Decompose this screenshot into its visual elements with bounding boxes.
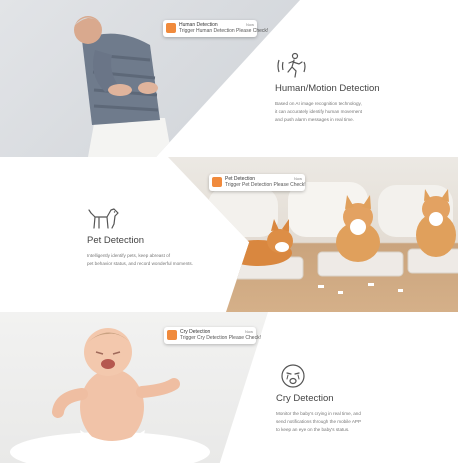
dog-icon bbox=[87, 204, 121, 232]
app-notification-icon bbox=[166, 23, 176, 33]
pet-detection-notification: Pet Detection Trigger Pet Detection Plea… bbox=[209, 174, 306, 191]
notification-body: Trigger Human Detection Please Check! bbox=[179, 28, 269, 34]
pet-detection-section: Pet Detection Trigger Pet Detection Plea… bbox=[0, 157, 458, 312]
notification-body: Trigger Pet Detection Please Check! bbox=[225, 182, 306, 188]
cry-detection-feature: Cry Detection Monitor the baby's crying … bbox=[276, 362, 361, 434]
feature-title: Pet Detection bbox=[87, 235, 145, 246]
cry-detection-section: Cry Detection Trigger Cry Detection Plea… bbox=[0, 312, 458, 463]
notification-time: Now bbox=[244, 329, 253, 334]
human-detection-notification: Human Detection Trigger Human Detection … bbox=[163, 20, 268, 37]
app-notification-icon bbox=[167, 330, 177, 340]
feature-description: Based on AI image recognition technology… bbox=[275, 100, 380, 124]
human-detection-feature: Human/Motion Detection Based on AI image… bbox=[275, 52, 380, 124]
notification-time: Now bbox=[293, 176, 302, 181]
notification-time: Now bbox=[245, 22, 254, 27]
cry-detection-notification: Cry Detection Trigger Cry Detection Plea… bbox=[164, 327, 261, 344]
description-line: to keep an eye on the baby's status. bbox=[276, 427, 350, 432]
app-notification-icon bbox=[212, 177, 222, 187]
description-line: pet behavior status, and record wonderfu… bbox=[87, 261, 193, 266]
crying-face-icon bbox=[276, 362, 310, 390]
description-line: it can accurately identify human movemen… bbox=[275, 109, 363, 114]
pet-detection-feature: Pet Detection Intelligently identify pet… bbox=[87, 204, 193, 268]
description-line: and push alarm messages in real time. bbox=[275, 117, 354, 122]
human-detection-section: Human Detection Trigger Human Detection … bbox=[0, 0, 458, 157]
description-line: Based on AI image recognition technology… bbox=[275, 101, 362, 106]
description-line: Monitor the baby's crying in real time, … bbox=[276, 411, 361, 416]
feature-description: Monitor the baby's crying in real time, … bbox=[276, 410, 361, 434]
feature-showcase: Human Detection Trigger Human Detection … bbox=[0, 0, 458, 463]
notification-body: Trigger Cry Detection Please Check! bbox=[180, 335, 261, 341]
feature-title: Human/Motion Detection bbox=[275, 83, 380, 94]
description-line: send notifications through the mobile AP… bbox=[276, 419, 362, 424]
feature-title: Cry Detection bbox=[276, 393, 334, 404]
description-line: Intelligently identify pets, keep abreas… bbox=[87, 253, 170, 258]
running-person-icon bbox=[275, 52, 309, 80]
feature-description: Intelligently identify pets, keep abreas… bbox=[87, 252, 193, 268]
